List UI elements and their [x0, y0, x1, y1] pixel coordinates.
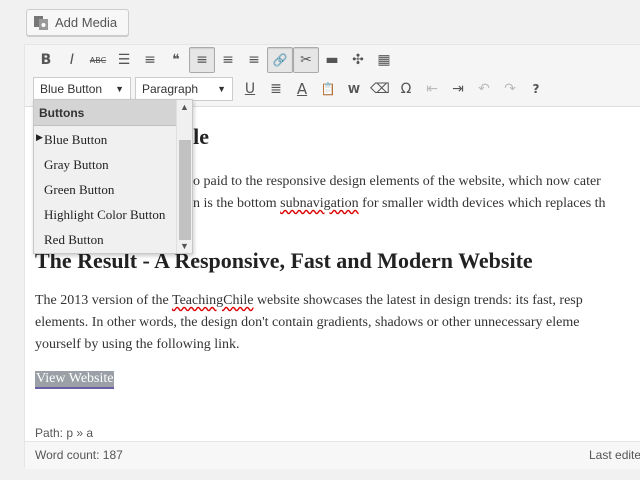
- format-select-value: Paragraph: [142, 82, 199, 96]
- styles-select-value: Blue Button: [40, 82, 103, 96]
- scroll-up-icon[interactable]: ▲: [180, 102, 189, 112]
- dropdown-item-label: Blue Button: [44, 132, 108, 147]
- paste-word-icon[interactable]: W: [341, 76, 367, 102]
- element-path: Path: p » a: [35, 426, 94, 440]
- dropdown-item-label: Red Button: [44, 232, 104, 247]
- paragraph-2-line-1: The 2013 version of the TeachingChile we…: [35, 290, 583, 312]
- content-paragraph-1: o paid to the responsive design elements…: [193, 171, 606, 215]
- dropdown-item-label: Gray Button: [44, 157, 109, 172]
- dropdown-item[interactable]: Green Button: [34, 176, 192, 201]
- styles-dropdown-menu: Buttons ▶ Blue Button Gray Button Green But…: [33, 99, 193, 254]
- paragraph-1-line-2: n is the bottom subnavigation for smalle…: [193, 193, 606, 215]
- text-run: website showcases the latest in design t…: [253, 293, 583, 308]
- chevron-down-icon: ▼: [217, 84, 226, 94]
- align-right-icon[interactable]: ≡: [241, 47, 267, 73]
- blockquote-icon[interactable]: ❝: [163, 47, 189, 73]
- justify-icon[interactable]: ≣: [263, 76, 289, 102]
- unlink-icon[interactable]: ✂: [293, 47, 319, 73]
- outdent-icon[interactable]: ⇤: [419, 76, 445, 102]
- dropdown-item[interactable]: Highlight Color Button: [34, 201, 192, 226]
- format-select[interactable]: Paragraph ▼: [135, 77, 233, 101]
- styles-select[interactable]: Blue Button ▼: [33, 77, 131, 101]
- dropdown-items: ▶ Blue Button Gray Button Green Button Highl…: [34, 126, 192, 251]
- paste-text-icon[interactable]: 📋: [315, 76, 341, 102]
- fullscreen-icon[interactable]: ✣: [345, 47, 371, 73]
- align-left-icon[interactable]: ≡: [189, 47, 215, 73]
- clear-formatting-icon[interactable]: ⌫: [367, 76, 393, 102]
- strikethrough-icon[interactable]: ABC: [85, 47, 111, 73]
- chevron-down-icon: ▼: [115, 84, 124, 94]
- view-website-link[interactable]: View Website: [35, 371, 115, 389]
- dropdown-item[interactable]: ▶ Blue Button: [34, 126, 192, 151]
- text-run: for smaller width devices which replaces…: [358, 196, 606, 211]
- text-run: n is the bottom: [193, 196, 281, 211]
- add-media-button[interactable]: Add Media: [26, 9, 129, 36]
- bullet-list-icon[interactable]: ☰: [111, 47, 137, 73]
- media-icon: [34, 15, 49, 30]
- link-icon[interactable]: 🔗: [267, 47, 293, 73]
- italic-icon[interactable]: I: [59, 47, 85, 73]
- paragraph-2-line-2: elements. In other words, the design don…: [35, 315, 580, 330]
- text-color-icon[interactable]: A: [289, 76, 315, 102]
- scrollbar-thumb[interactable]: [179, 140, 191, 240]
- numbered-list-icon[interactable]: ≡: [137, 47, 163, 73]
- editor-toolbar: B I ABC ☰ ≡ ❝ ≡ ≡ ≡ 🔗 ✂ ▬ ✣ ▦ Blue Button ▼ Paragraph…: [25, 45, 640, 107]
- undo-icon[interactable]: ↶: [471, 76, 497, 102]
- paragraph-2-line-3: yourself by using the following link.: [35, 337, 240, 352]
- align-center-icon[interactable]: ≡: [215, 47, 241, 73]
- selected-marker-icon: ▶: [36, 132, 43, 142]
- text-run: The 2013 version of the: [35, 293, 172, 308]
- scroll-down-icon[interactable]: ▼: [180, 241, 189, 251]
- editor-footer: Word count: 187 Last edite: [25, 441, 640, 469]
- dropdown-item-label: Highlight Color Button: [44, 207, 166, 222]
- bold-icon[interactable]: B: [33, 47, 59, 73]
- word-count: Word count: 187: [35, 448, 123, 462]
- toolbar-row-1: B I ABC ☰ ≡ ❝ ≡ ≡ ≡ 🔗 ✂ ▬ ✣ ▦: [33, 47, 397, 73]
- dropdown-header: Buttons: [34, 100, 192, 126]
- add-media-label: Add Media: [55, 15, 118, 30]
- misspelled-word: subnavigation: [280, 196, 359, 211]
- underline-icon[interactable]: U: [237, 76, 263, 102]
- redo-icon[interactable]: ↷: [497, 76, 523, 102]
- special-character-icon[interactable]: Ω: [393, 76, 419, 102]
- read-more-icon[interactable]: ▬: [319, 47, 345, 73]
- dropdown-item-label: Green Button: [44, 182, 115, 197]
- misspelled-word: TeachingChile: [172, 293, 254, 308]
- last-edited: Last edite: [589, 448, 640, 462]
- indent-icon[interactable]: ⇥: [445, 76, 471, 102]
- help-icon[interactable]: ?: [523, 76, 549, 102]
- toolbar-row-2-buttons: U ≣ A 📋 W ⌫ Ω ⇤ ⇥ ↶ ↷?: [237, 76, 549, 102]
- dropdown-item[interactable]: Red Button: [34, 226, 192, 251]
- content-paragraph-2: The 2013 version of the TeachingChile we…: [35, 290, 583, 356]
- dropdown-scrollbar[interactable]: ▲ ▼: [176, 100, 192, 253]
- paragraph-1-line-1: o paid to the responsive design elements…: [193, 174, 601, 189]
- dropdown-item[interactable]: Gray Button: [34, 151, 192, 176]
- toolbar-toggle-icon[interactable]: ▦: [371, 47, 397, 73]
